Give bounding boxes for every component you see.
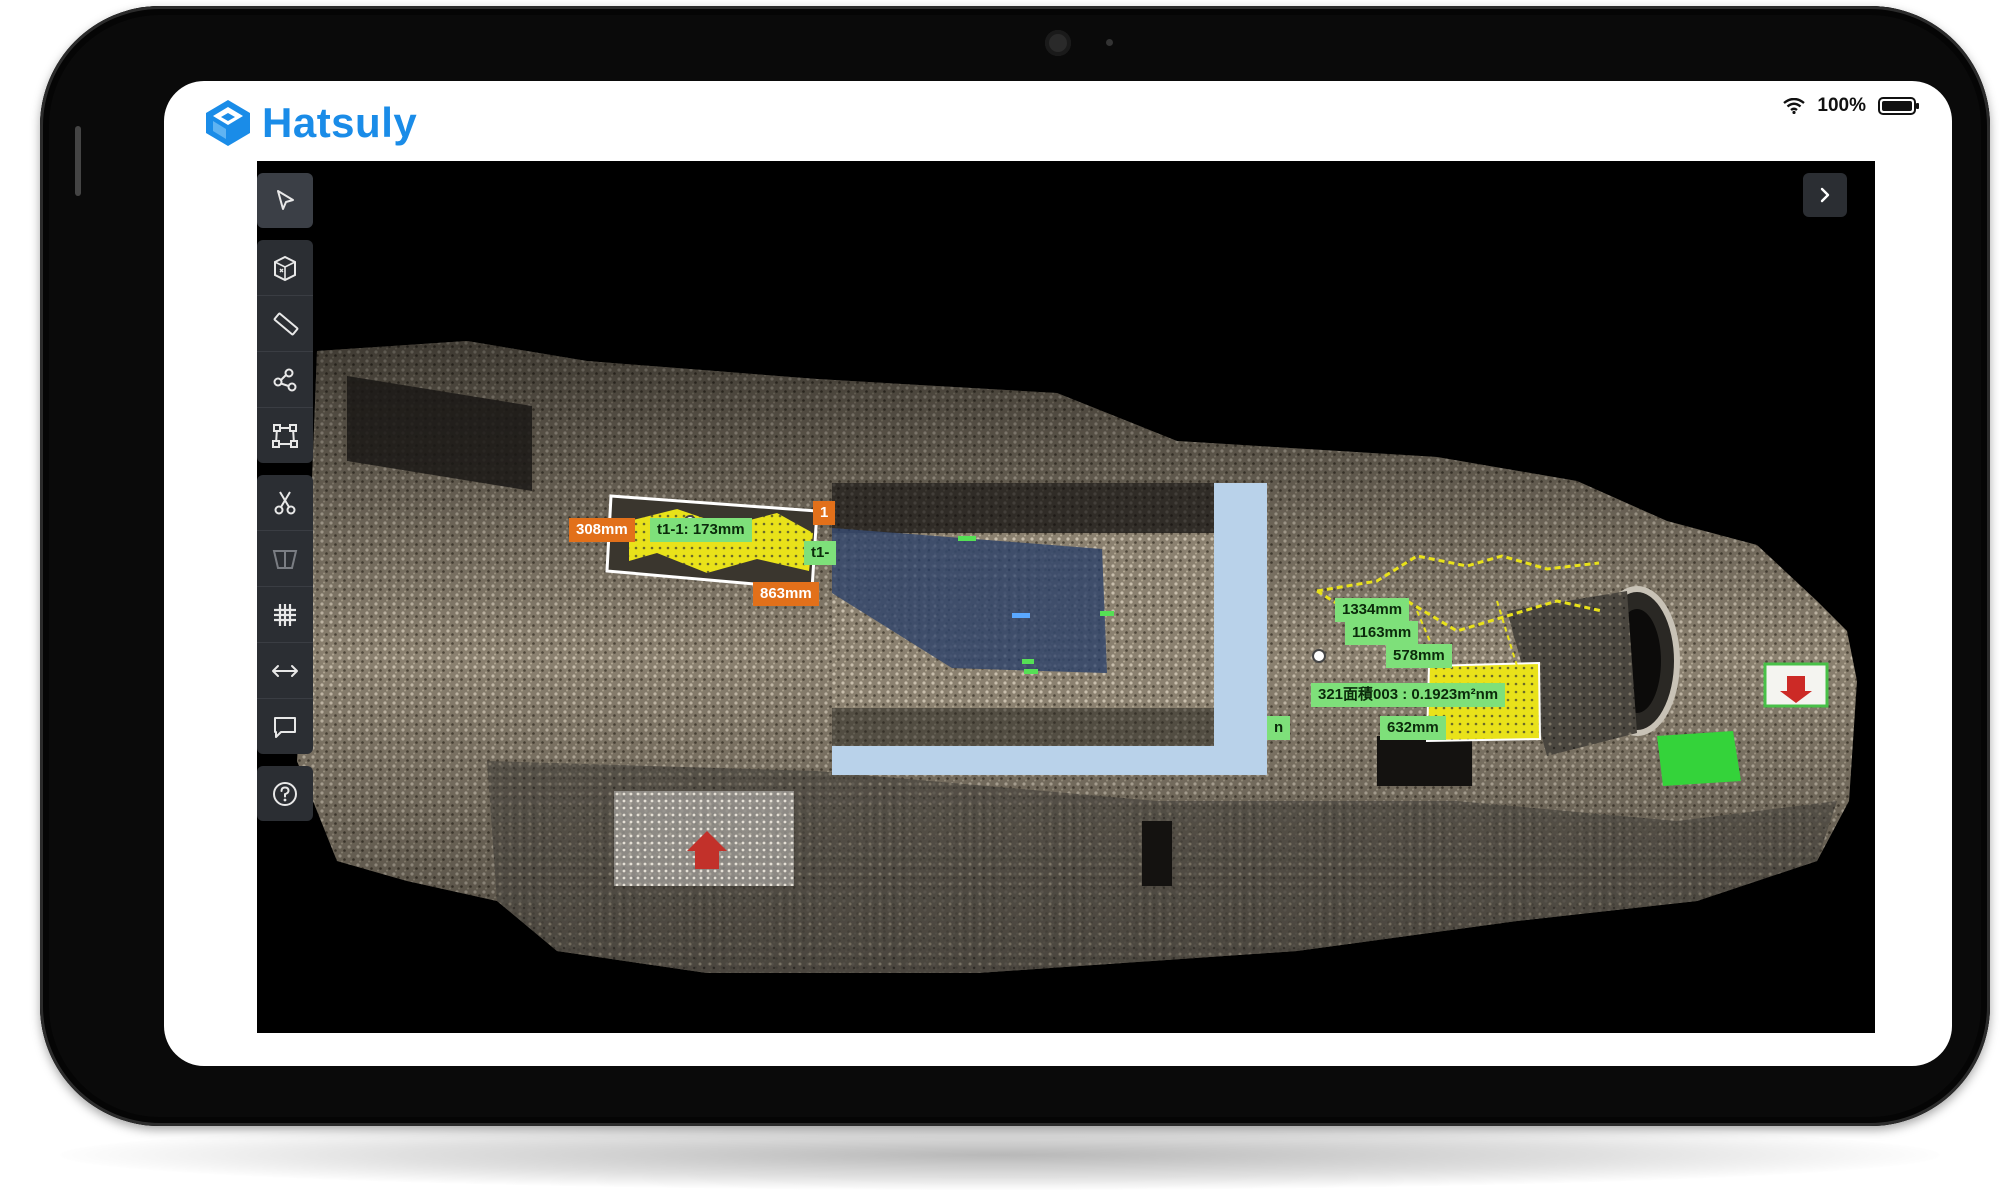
- help-icon: [273, 781, 297, 806]
- front-camera: [1045, 30, 1071, 56]
- distance-tool-button[interactable]: [257, 643, 313, 699]
- measure-label-1-partial[interactable]: 1: [813, 501, 836, 525]
- polygon-icon: [272, 423, 298, 448]
- point-cloud-viewport[interactable]: 308mm t1-1: 173mm t1- 1 863mm 1334mm 116…: [257, 161, 1875, 1033]
- measure-label-1163[interactable]: 1163mm: [1345, 621, 1419, 645]
- tool-group-measure: [257, 240, 313, 463]
- grid-icon: [274, 603, 296, 626]
- measure-label-308[interactable]: 308mm: [569, 518, 635, 542]
- tool-group-edit: [257, 475, 313, 754]
- section-inset-image: [832, 483, 1214, 746]
- wifi-icon: [1783, 98, 1806, 114]
- scissors-icon: [274, 490, 296, 514]
- section-inset-scene: [832, 483, 1214, 746]
- measure-label-578[interactable]: 578mm: [1386, 644, 1452, 668]
- box-view-tool-button[interactable]: [257, 240, 313, 296]
- hatsuly-logo-icon: [206, 100, 250, 146]
- tool-panel: [257, 173, 313, 833]
- comment-icon: [274, 716, 296, 738]
- ruler-tool-button[interactable]: [257, 296, 313, 352]
- grid-tool-button[interactable]: [257, 587, 313, 643]
- polygon-tool-button[interactable]: [257, 408, 313, 463]
- measure-label-1334[interactable]: 1334mm: [1335, 598, 1410, 622]
- trapezoid-icon: [272, 549, 298, 569]
- battery-icon: [1878, 97, 1919, 115]
- chevron-right-icon: [1820, 187, 1830, 203]
- clip-tool-button[interactable]: [257, 475, 313, 531]
- nodes-tool-button[interactable]: [257, 352, 313, 408]
- help-button[interactable]: [257, 766, 313, 821]
- select-pointer-icon: [277, 189, 294, 210]
- nodes-icon: [273, 368, 297, 391]
- expand-panel-button[interactable]: [1803, 173, 1847, 217]
- box-view-icon: [274, 255, 296, 281]
- brand-name: Hatsuly: [262, 99, 418, 146]
- tool-group-help: [257, 766, 313, 821]
- area-label-text: 321面積003 : 0.1923m²: [1318, 686, 1476, 703]
- area-label[interactable]: 321面積003 : 0.1923m²nm: [1311, 683, 1506, 707]
- measure-label-863[interactable]: 863mm: [753, 582, 819, 606]
- volume-button: [75, 126, 81, 196]
- status-bar: 100%: [1783, 95, 1920, 117]
- device-shadow: [60, 1120, 1940, 1190]
- section-inset-view: [832, 483, 1267, 775]
- screen: Hatsuly 100% 308mm t1-1: 173mm t1- 1 863…: [164, 81, 1952, 1066]
- light-sensor: [1106, 39, 1113, 46]
- measure-label-partial-n[interactable]: n: [1267, 716, 1291, 740]
- battery-percent: 100%: [1817, 95, 1866, 116]
- select-tool-button[interactable]: [257, 173, 313, 228]
- measure-label-t1-partial[interactable]: t1-: [804, 541, 837, 565]
- brand-logo: Hatsuly: [202, 97, 417, 149]
- area-label-suffix: nm: [1475, 686, 1499, 703]
- measure-label-t1-1[interactable]: t1-1: 173mm: [650, 518, 752, 542]
- tool-group-select: [257, 173, 313, 228]
- comment-tool-button[interactable]: [257, 699, 313, 754]
- section-tool-button[interactable]: [257, 531, 313, 587]
- tablet-frame: Hatsuly 100% 308mm t1-1: 173mm t1- 1 863…: [40, 6, 1990, 1126]
- measure-label-632[interactable]: 632mm: [1380, 716, 1446, 740]
- ruler-icon: [273, 312, 299, 335]
- double-arrow-icon: [272, 664, 298, 677]
